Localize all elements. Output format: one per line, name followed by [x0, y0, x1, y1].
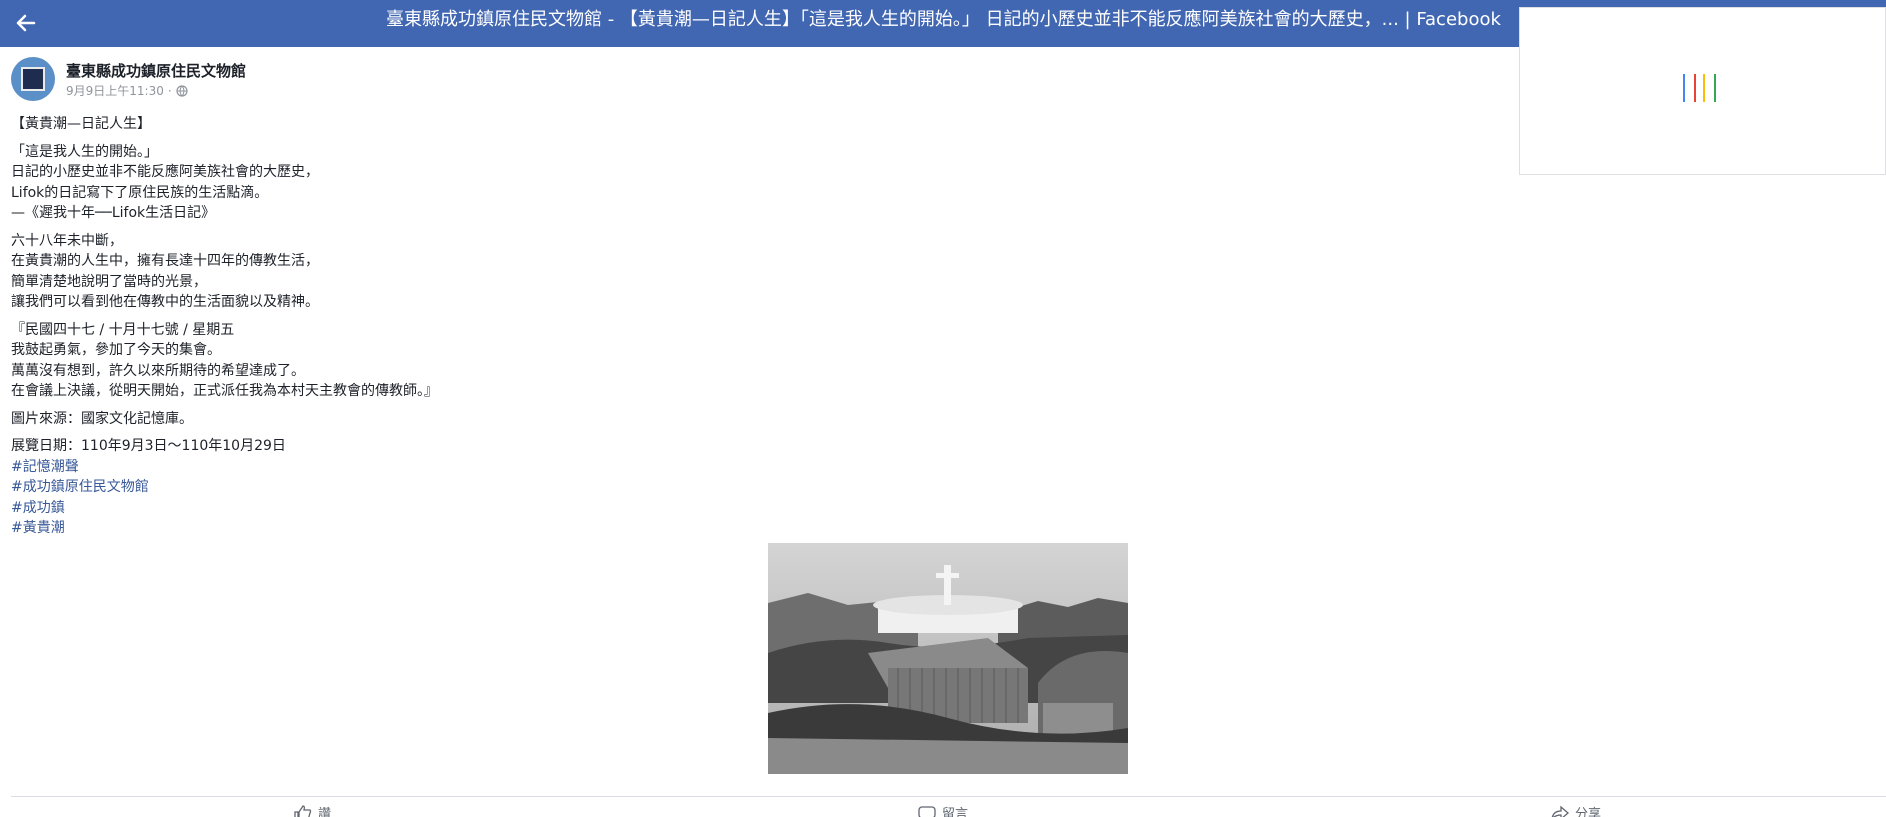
- comment-button[interactable]: 留言: [918, 803, 968, 817]
- text-line: 萬萬沒有想到，許久以來所期待的希望達成了。: [11, 362, 305, 379]
- page-name-link[interactable]: 臺東縣成功鎮原住民文物館: [66, 60, 246, 81]
- text-line: 簡單清楚地說明了當時的光景，: [11, 273, 207, 290]
- text-line: 讓我們可以看到他在傳教中的生活面貌以及精神。: [11, 294, 319, 310]
- paragraph: 六十八年未中斷， 在黃貴潮的人生中，擁有長達十四年的傳教生活， 簡單清楚地說明了…: [11, 231, 1211, 313]
- paragraph: 「這是我人生的開始。」 日記的小歷史並非不能反應阿美族社會的大歷史， Lifok…: [11, 142, 1211, 224]
- loader-bar: [1714, 74, 1716, 102]
- text-line: 【黃貴潮—日記人生】: [11, 116, 151, 132]
- comment-label: 留言: [942, 807, 969, 817]
- hashtag-link[interactable]: #成功鎮: [11, 498, 1211, 519]
- text-line: 「這是我人生的開始。」: [11, 143, 158, 160]
- text-line: 展覽日期：110年9月3日～110年10月29日: [11, 438, 286, 454]
- share-icon: [1551, 805, 1569, 817]
- text-line: —《遲我十年──Lifok生活日記》: [11, 205, 216, 221]
- loader-bar: [1683, 74, 1685, 102]
- paragraph: 圖片來源：國家文化記憶庫。: [11, 409, 1211, 430]
- loader-bar: [1703, 74, 1705, 102]
- text-line: 日記的小歷史並非不能反應阿美族社會的大歷史，: [11, 164, 319, 180]
- loading-panel: [1519, 7, 1886, 175]
- loader-bar: [1694, 74, 1696, 102]
- comment-icon: [918, 805, 936, 817]
- paragraph: 『民國四十七 / 十月十七號 / 星期五 我鼓起勇氣，參加了今天的集會。 萬萬沒…: [11, 320, 1211, 402]
- text-line: 在會議上決議，從明天開始，正式派任我為本村天主教會的傳教師。』: [11, 383, 438, 399]
- text-line: 『民國四十七 / 十月十七號 / 星期五: [11, 321, 235, 338]
- paragraph: 展覽日期：110年9月3日～110年10月29日: [11, 436, 1211, 457]
- loading-spinner-icon: [1683, 74, 1723, 102]
- hashtag-link[interactable]: #黃貴潮: [11, 518, 1211, 539]
- page-title: 臺東縣成功鎮原住民文物館 - 【黃貴潮—日記人生】「這是我人生的開始。」 日記的…: [386, 9, 1501, 30]
- hashtag-link[interactable]: #成功鎮原住民文物館: [11, 477, 1211, 498]
- like-button[interactable]: 讚: [294, 803, 331, 817]
- text-line: 在黃貴潮的人生中，擁有長達十四年的傳教生活，: [11, 253, 319, 269]
- text-line: 我鼓起勇氣，參加了今天的集會。: [11, 342, 221, 358]
- post-actions: 讚 留言 分享: [11, 800, 1886, 817]
- like-label: 讚: [318, 807, 332, 817]
- photo-church-village: [768, 543, 1128, 774]
- text-line: 六十八年未中斷，: [11, 232, 123, 249]
- back-arrow-icon: [16, 14, 36, 32]
- text-line: 圖片來源：國家文化記憶庫。: [11, 410, 193, 427]
- avatar[interactable]: [11, 57, 55, 101]
- share-label: 分享: [1575, 807, 1602, 817]
- globe-icon: [176, 84, 188, 97]
- post-photo[interactable]: [768, 543, 1128, 774]
- hashtag-list: #記憶潮聲 #成功鎮原住民文物館 #成功鎮 #黃貴潮: [11, 457, 1211, 539]
- post-meta: 9月9日上午11:30 ·: [66, 82, 188, 99]
- share-button[interactable]: 分享: [1551, 803, 1601, 817]
- hashtag-link[interactable]: #記憶潮聲: [11, 457, 1211, 478]
- post-timestamp[interactable]: 9月9日上午11:30: [66, 82, 164, 99]
- post-body: 【黃貴潮—日記人生】 「這是我人生的開始。」 日記的小歷史並非不能反應阿美族社會…: [11, 114, 1211, 539]
- text-line: Lifok的日記寫下了原住民族的生活點滴。: [11, 184, 269, 201]
- paragraph: 【黃貴潮—日記人生】: [11, 114, 1211, 135]
- action-divider: [11, 796, 1886, 797]
- like-icon: [294, 804, 312, 817]
- meta-separator: ·: [167, 83, 172, 98]
- back-button[interactable]: [10, 8, 40, 38]
